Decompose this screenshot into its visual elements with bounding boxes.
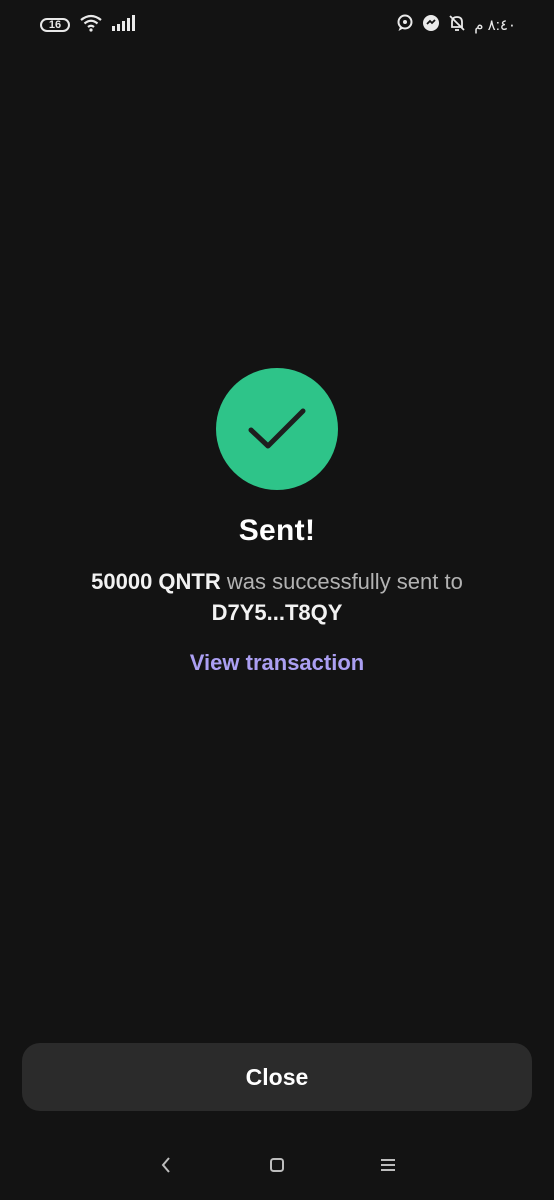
page-title: Sent! bbox=[238, 514, 316, 547]
sent-amount: 50000 QNTR bbox=[91, 569, 221, 594]
success-message: 50000 QNTR was successfully sent to D7Y5… bbox=[77, 566, 477, 628]
success-badge bbox=[216, 368, 338, 490]
recents-button[interactable] bbox=[368, 1145, 408, 1185]
view-transaction-link[interactable]: View transaction bbox=[190, 650, 364, 676]
signal-icon bbox=[112, 14, 138, 36]
battery-icon: 16 bbox=[40, 18, 70, 32]
back-button[interactable] bbox=[146, 1145, 186, 1185]
success-panel: Sent! 50000 QNTR was successfully sent t… bbox=[0, 368, 554, 676]
recipient-address: D7Y5...T8QY bbox=[211, 600, 343, 625]
back-icon bbox=[161, 1157, 170, 1173]
battery-level: 16 bbox=[48, 19, 62, 31]
message-text: was successfully sent to bbox=[220, 569, 463, 594]
wifi-icon bbox=[80, 14, 102, 37]
home-button[interactable] bbox=[257, 1145, 297, 1185]
home-icon bbox=[269, 1158, 284, 1172]
bell-off-icon bbox=[448, 14, 466, 36]
close-button[interactable]: Close bbox=[22, 1043, 532, 1111]
clock-time: ٨:٤٠ م bbox=[474, 17, 516, 34]
system-nav-bar bbox=[0, 1140, 554, 1190]
messenger-icon bbox=[422, 14, 440, 36]
status-right: ٨:٤٠ م bbox=[396, 14, 516, 36]
menu-icon bbox=[381, 1159, 396, 1171]
status-bar: 16 ٨:٤٠ م bbox=[0, 0, 554, 50]
chat-icon bbox=[396, 14, 414, 36]
check-icon bbox=[248, 408, 306, 449]
status-left: 16 bbox=[40, 14, 138, 37]
